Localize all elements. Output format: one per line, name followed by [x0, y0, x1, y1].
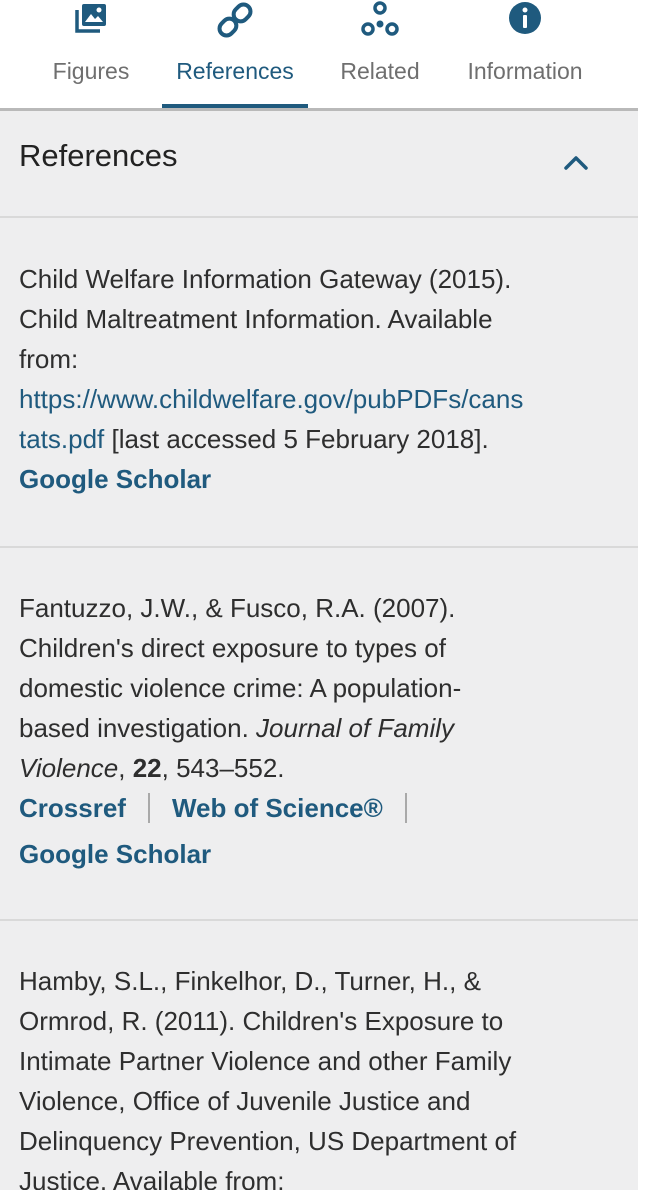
link-icon [213, 0, 257, 44]
reference-text: Hamby, S.L., Finkelhor, D., Turner, H., … [19, 966, 517, 1190]
scroll-gutter [638, 111, 646, 1190]
tab-bar: Figures References Related Information [0, 0, 646, 112]
tab-figures[interactable]: Figures [48, 0, 134, 111]
web-of-science-link[interactable]: Web of Science® [172, 793, 383, 823]
tab-references[interactable]: References [162, 0, 308, 111]
journal-name: Journal of Family [256, 713, 455, 743]
reference-item: Hamby, S.L., Finkelhor, D., Turner, H., … [0, 921, 638, 1190]
reference-links: Google Scholar [19, 459, 609, 499]
image-icon [73, 0, 109, 44]
info-icon [507, 0, 543, 44]
tab-references-label: References [176, 58, 294, 84]
link-separator [404, 793, 407, 824]
chevron-up-icon [564, 156, 588, 170]
reference-text: Child Welfare Information Gateway (2015)… [19, 259, 609, 499]
reference-item: Fantuzzo, J.W., & Fusco, R.A. (2007). Ch… [0, 548, 638, 921]
tab-related-label: Related [340, 58, 420, 84]
reference-url-link[interactable]: https://www.childwelfare.gov/pubPDFs/can… [19, 384, 523, 414]
reference-links: Crossref Web of Science® [19, 788, 609, 828]
volume-number: 22 [132, 753, 162, 783]
google-scholar-link[interactable]: Google Scholar [19, 464, 211, 494]
related-nodes-icon [358, 0, 402, 44]
reference-text: Fantuzzo, J.W., & Fusco, R.A. (2007). Ch… [19, 588, 609, 874]
reference-item: Child Welfare Information Gateway (2015)… [0, 218, 638, 548]
crossref-link[interactable]: Crossref [19, 793, 126, 823]
reference-url-link-cont[interactable]: tats.pdf [19, 424, 104, 454]
link-separator [147, 793, 150, 824]
references-panel-header[interactable]: References [0, 111, 638, 218]
tab-information-label: Information [467, 58, 583, 84]
google-scholar-link[interactable]: Google Scholar [19, 839, 211, 869]
references-panel: References Child Welfare Information Gat… [0, 111, 638, 1190]
panel-title: References [19, 138, 178, 173]
tab-figures-label: Figures [52, 58, 130, 84]
tab-information[interactable]: Information [456, 0, 594, 111]
tab-related[interactable]: Related [334, 0, 426, 111]
collapse-button[interactable] [560, 149, 592, 177]
